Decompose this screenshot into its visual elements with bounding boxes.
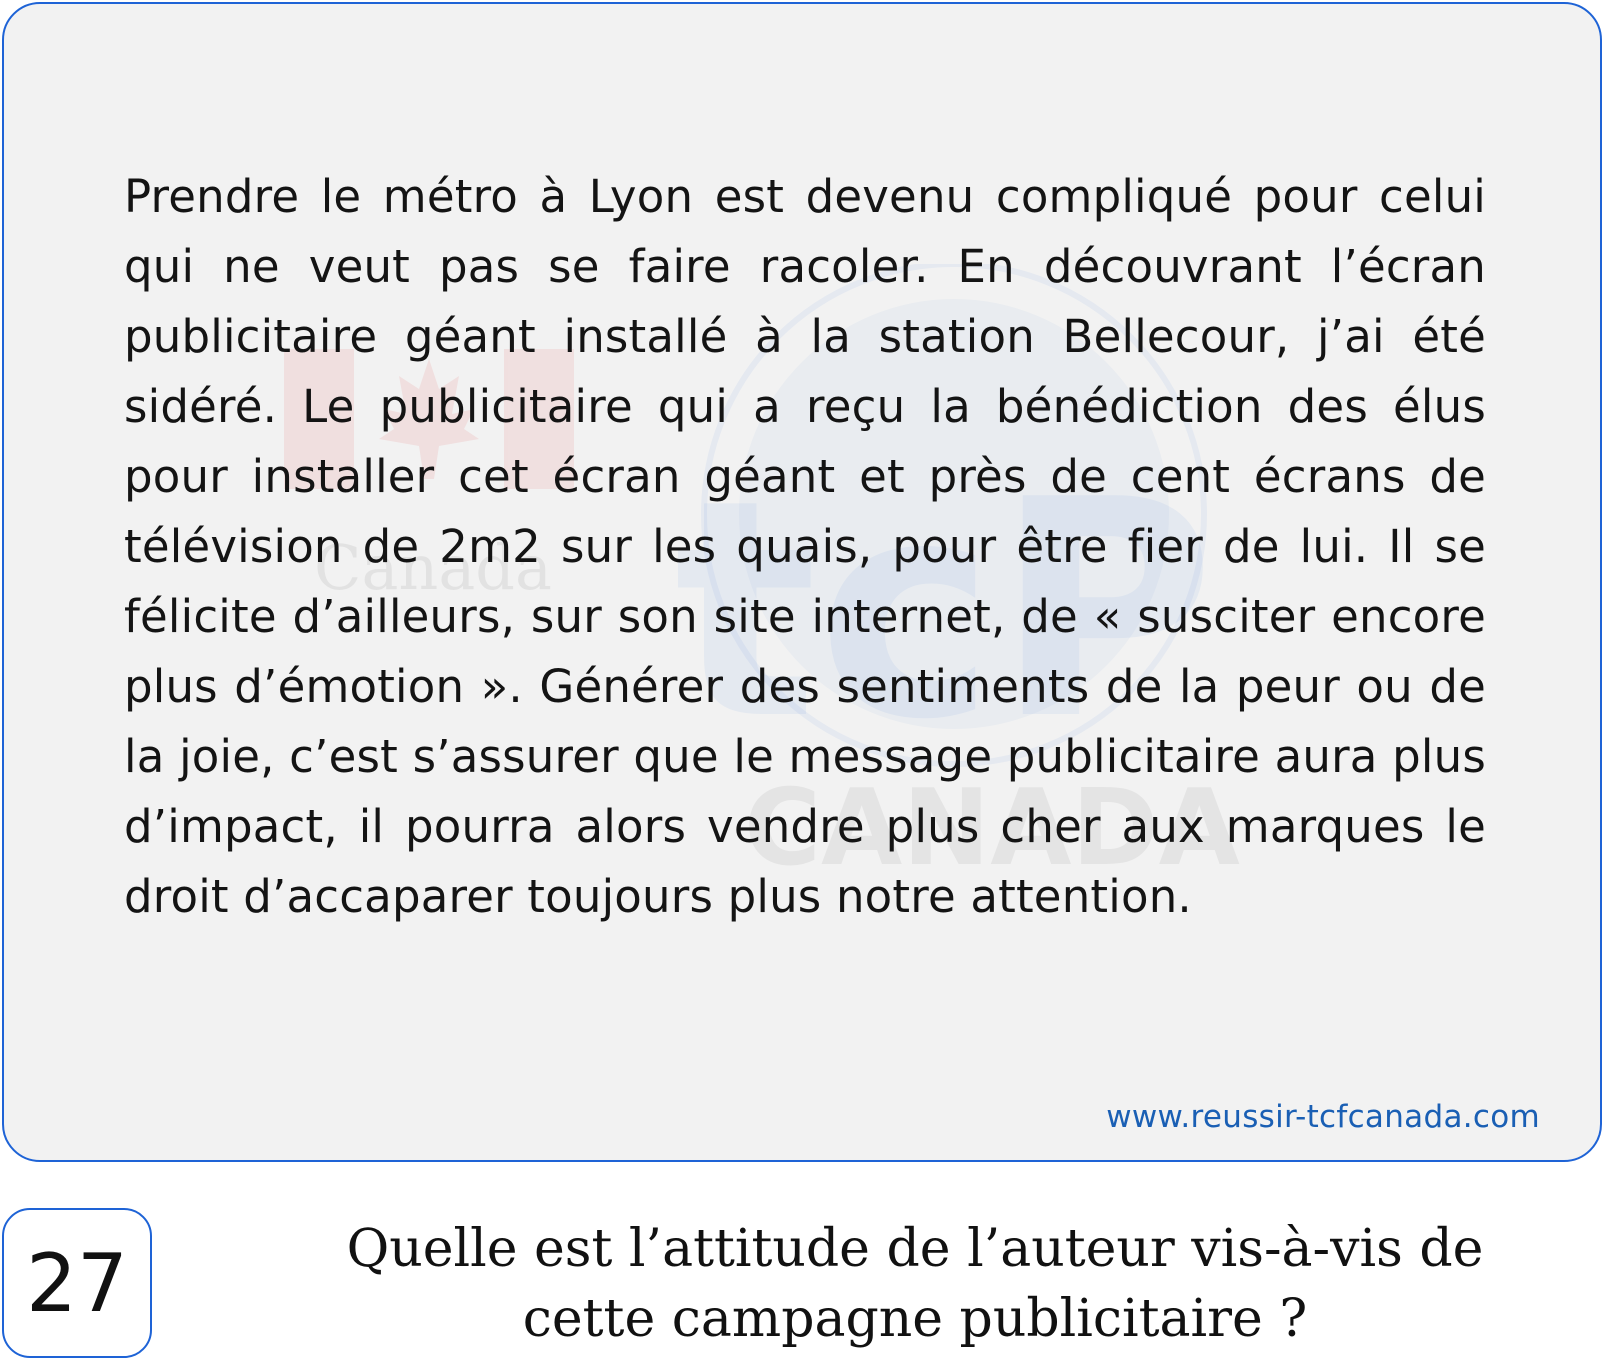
reading-passage: Prendre le métro à Lyon est devenu compl… <box>124 170 1486 923</box>
question-number-badge: 27 <box>2 1208 152 1358</box>
reading-card: Canada tcP CANADA Prendre le métro à Lyo… <box>2 2 1602 1162</box>
website-url[interactable]: www.reussir-tcfcanada.com <box>1106 1099 1540 1135</box>
question-text: Quelle est l’attitude de l’auteur vis-à-… <box>346 1219 1484 1349</box>
